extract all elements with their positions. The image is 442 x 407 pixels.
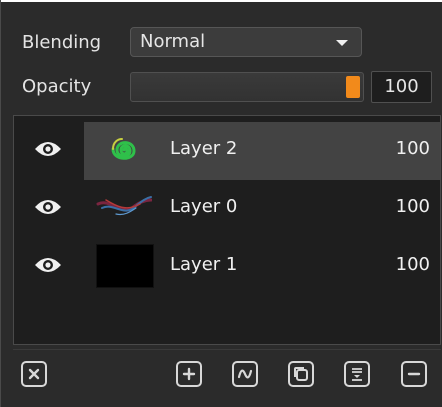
add-layer-button[interactable] [176,361,202,387]
layer-row[interactable]: Layer 1 100 [14,238,440,296]
close-icon [28,368,40,380]
remove-layer-button[interactable] [401,361,427,387]
layer-opacity: 100 [395,254,430,275]
opacity-input[interactable]: 100 [371,71,432,103]
blending-dropdown[interactable]: Normal [130,27,362,57]
opacity-slider[interactable] [130,72,364,102]
layer-name: Layer 2 [170,138,238,159]
eye-icon[interactable] [34,139,62,159]
close-button[interactable] [21,361,47,387]
eye-icon[interactable] [34,197,62,217]
top-separator [1,0,442,2]
layer-row[interactable]: Layer 0 100 [14,180,440,238]
opacity-slider-handle[interactable] [346,76,360,98]
layer-opacity: 100 [395,196,430,217]
layer-thumbnail [111,138,136,160]
merge-down-button[interactable] [344,361,370,387]
layers-panel: Blending Normal Opacity 100 Layer 2 100 [0,0,442,407]
layer-thumbnail [96,244,154,288]
toolbar-separator [13,349,441,350]
add-layer-icon [182,367,196,381]
layer-row[interactable]: Layer 2 100 [14,122,440,180]
layer-name: Layer 0 [170,196,238,217]
layer-list: Layer 2 100 Layer 0 100 Layer 1 100 [13,115,441,345]
layer-name: Layer 1 [170,254,238,275]
blending-label: Blending [22,32,102,53]
chevron-down-icon [336,40,348,46]
duplicate-icon [294,367,308,381]
eye-icon[interactable] [34,255,62,275]
blending-value: Normal [140,31,206,52]
layer-opacity: 100 [395,138,430,159]
duplicate-layer-button[interactable] [288,361,314,387]
merge-down-icon [352,368,362,381]
layer-thumbnail [96,196,152,216]
remove-layer-icon [407,372,421,376]
wave-icon [237,369,253,379]
wave-button[interactable] [232,361,258,387]
opacity-label: Opacity [22,76,92,97]
